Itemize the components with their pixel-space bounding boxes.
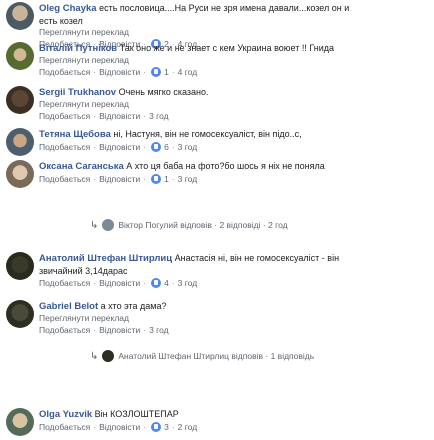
comment-text: есть пословица....На Руси не зря имена д… bbox=[99, 3, 350, 13]
reply-count[interactable]: 2 відповіді bbox=[219, 220, 260, 230]
comment-text: Анастасія ні, він не гомосексуаліст - ві… bbox=[174, 253, 340, 263]
comment-body: Анатолий Штефан Штирлиц Анастасія ні, ві… bbox=[39, 252, 430, 289]
reply-count[interactable]: 1 відповідь bbox=[271, 351, 315, 361]
comment-actions: Подобається · Відповісти · 1 · 4 год bbox=[39, 66, 198, 78]
like-reaction-icon[interactable] bbox=[151, 174, 162, 184]
comment-actions: Подобається · Відповісти · 3 год bbox=[39, 110, 169, 122]
reply-link[interactable]: Відповісти bbox=[99, 110, 140, 122]
reaction-count[interactable]: 3 bbox=[164, 421, 169, 433]
reply-arrow-icon: ↳ bbox=[90, 219, 99, 231]
avatar[interactable] bbox=[6, 408, 34, 436]
like-link[interactable]: Подобається bbox=[39, 141, 90, 153]
comment-time[interactable]: 3 год bbox=[178, 277, 198, 289]
comment-author[interactable]: Тетяна Щебова bbox=[39, 129, 111, 140]
see-translation-link[interactable]: Переглянути переклад bbox=[39, 55, 430, 66]
comment-body: Тетяна Щебова ні, Настуня, він не гомосе… bbox=[39, 128, 430, 153]
comment-text: а хто эта дама? bbox=[100, 301, 167, 311]
avatar[interactable] bbox=[6, 42, 34, 70]
avatar bbox=[102, 219, 115, 231]
comment-body: Оксана Саганська А хто ця баба на фото?б… bbox=[39, 160, 430, 185]
reaction-count[interactable]: 4 bbox=[164, 277, 169, 289]
avatar[interactable] bbox=[6, 86, 34, 114]
avatar[interactable] bbox=[6, 160, 34, 188]
view-replies-link[interactable]: ↳ Анатолий Штефан Штирлиц відповів · 1 в… bbox=[90, 350, 314, 362]
reply-link[interactable]: Відповісти bbox=[99, 324, 140, 336]
reply-arrow-icon: ↳ bbox=[90, 350, 99, 362]
reply-link[interactable]: Відповісти bbox=[99, 141, 140, 153]
reaction-count[interactable]: 6 bbox=[164, 141, 169, 153]
avatar[interactable] bbox=[6, 2, 34, 30]
reply-link[interactable]: Відповісти bbox=[99, 173, 140, 185]
reply-author: Анатолий Штефан Штирлиц bbox=[118, 351, 229, 361]
like-link[interactable]: Подобається bbox=[39, 324, 90, 336]
like-reaction-icon[interactable] bbox=[151, 142, 162, 152]
comment-actions: Подобається · Відповісти · 3 · 2 год bbox=[39, 421, 198, 433]
comment-text: Так оно же и не знает с кем Украина воюе… bbox=[119, 43, 335, 53]
like-link[interactable]: Подобається bbox=[39, 173, 90, 185]
comment-time[interactable]: 3 год bbox=[149, 324, 169, 336]
avatar[interactable] bbox=[6, 252, 34, 280]
avatar bbox=[102, 350, 115, 362]
reply-author: Віктор Погулий bbox=[118, 220, 178, 230]
comment-author[interactable]: Анатолий Штефан Штирлиц bbox=[39, 253, 172, 264]
comment-text: Він КОЗЛОШТЕПАР bbox=[94, 409, 179, 419]
reply-time[interactable]: 2 год bbox=[268, 220, 288, 230]
like-reaction-icon[interactable] bbox=[151, 67, 162, 77]
comment-text-line2: есть козел bbox=[39, 16, 83, 26]
reply-verb: відповів bbox=[180, 220, 212, 230]
comment-actions: Подобається · Відповісти · 3 год bbox=[39, 324, 169, 336]
avatar[interactable] bbox=[6, 300, 34, 328]
like-link[interactable]: Подобається bbox=[39, 277, 90, 289]
like-reaction-icon[interactable] bbox=[151, 278, 162, 288]
see-translation-link[interactable]: Переглянути переклад bbox=[39, 99, 430, 110]
view-replies-link[interactable]: ↳ Віктор Погулий відповів · 2 відповіді … bbox=[90, 219, 288, 231]
see-translation-link[interactable]: Переглянути переклад bbox=[39, 313, 430, 324]
comment-actions: Подобається · Відповісти · 1 · 3 год bbox=[39, 173, 198, 185]
reaction-count[interactable]: 1 bbox=[164, 173, 169, 185]
comment-text: ні, Настуня, він не гомосексуаліст, він … bbox=[113, 129, 302, 139]
like-link[interactable]: Подобається bbox=[39, 110, 90, 122]
comment-author[interactable]: Olga Yuzvik bbox=[39, 409, 92, 420]
comment-actions: Подобається · Відповісти · 6 · 3 год bbox=[39, 141, 198, 153]
comment-text-line2: звичайний 3,14дарас bbox=[39, 266, 128, 276]
comment-body: Sergii Trukhanov Очень мягко сказано. Пе… bbox=[39, 86, 430, 122]
comment-time[interactable]: 3 год bbox=[149, 110, 169, 122]
comment-author[interactable]: Gabriel Belot bbox=[39, 301, 98, 312]
comment-time[interactable]: 3 год bbox=[178, 173, 198, 185]
comment-time[interactable]: 4 год bbox=[178, 66, 198, 78]
comment-author[interactable]: Sergii Trukhanov bbox=[39, 87, 116, 98]
comment-body: Віталій Путніков Так оно же и не знает с… bbox=[39, 42, 430, 78]
comment-body: Olga Yuzvik Він КОЗЛОШТЕПАР Подобається … bbox=[39, 408, 430, 433]
comment-author[interactable]: Оксана Саганська bbox=[39, 161, 124, 172]
comment-actions: Подобається · Відповісти · 4 · 3 год bbox=[39, 277, 198, 289]
like-reaction-icon[interactable] bbox=[151, 422, 162, 432]
see-translation-link[interactable]: Переглянути переклад bbox=[39, 27, 430, 38]
comment-time[interactable]: 3 год bbox=[178, 141, 198, 153]
avatar[interactable] bbox=[6, 128, 34, 156]
comment-text: А хто ця баба на фото?бо шось я ніх не п… bbox=[126, 161, 325, 171]
reply-verb: відповів bbox=[231, 351, 263, 361]
comment-author[interactable]: Віталій Путніков bbox=[39, 43, 117, 54]
reply-link[interactable]: Відповісти bbox=[99, 277, 140, 289]
like-link[interactable]: Подобається bbox=[39, 66, 90, 78]
comment-body: Gabriel Belot а хто эта дама? Переглянут… bbox=[39, 300, 430, 336]
comment-time[interactable]: 2 год bbox=[178, 421, 198, 433]
reaction-count[interactable]: 1 bbox=[164, 66, 169, 78]
comment-author[interactable]: Oleg Chayka bbox=[39, 3, 97, 14]
reply-link[interactable]: Відповісти bbox=[99, 421, 140, 433]
comment-text: Очень мягко сказано. bbox=[118, 87, 209, 97]
like-link[interactable]: Подобається bbox=[39, 421, 90, 433]
reply-link[interactable]: Відповісти bbox=[99, 66, 140, 78]
